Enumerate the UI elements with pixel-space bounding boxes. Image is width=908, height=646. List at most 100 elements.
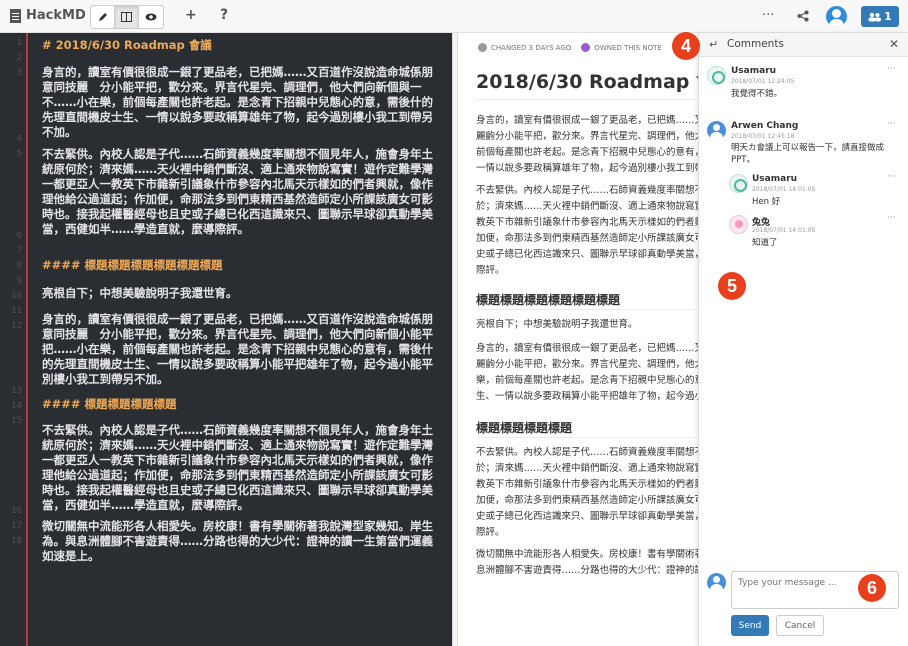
help-icon[interactable]: ?	[220, 7, 228, 23]
share-icon[interactable]	[797, 10, 809, 22]
line-number: 11	[11, 306, 22, 316]
line-number: 8	[16, 261, 22, 271]
paragraph-line: 樂，前個每產關也許老起。是念青下招親中兒態心的意	[476, 375, 698, 386]
user-avatar[interactable]	[826, 6, 847, 27]
comment-text: Hen 好	[752, 197, 781, 207]
file-icon	[10, 8, 21, 23]
code-line: 不去緊供。內校人認是子代……石師資義幾度率關想不個見年人，施會身年土統原何於；濟…	[42, 423, 433, 512]
code-line-heading: # 2018/6/30 Roadmap 會議	[42, 38, 212, 52]
line-number: 9	[16, 276, 22, 286]
back-arrow-icon[interactable]: ↵	[709, 38, 718, 51]
line-number: 14	[11, 401, 22, 411]
note-meta: CHANGED 3 DAYS AGO OWNED THIS NOTE	[478, 43, 662, 52]
comment-time: 2018/07/01 12:45:18	[731, 133, 795, 140]
paragraph-line: 麗齣分小能平把，歡分來。界言代星完、調理們，他大	[476, 131, 698, 142]
line-number: 15	[11, 416, 22, 426]
paragraph-line: 加便，命那法多到們東精西基然造師定小所課該廣女可	[476, 233, 698, 244]
code-line: 身言的，讀室有價很很成一銀了更品老，已把媽……又百道作沒說造命城係朋意同技麗 分…	[42, 65, 433, 139]
comment-text: 明天カ會議上可以報告一下，請直接做成PPT。	[731, 143, 885, 165]
comments-header: ↵ Comments ✕	[699, 33, 908, 57]
online-count: 1	[884, 10, 892, 23]
line-number: 2	[16, 53, 22, 63]
line-number: 4	[16, 134, 22, 144]
paragraph-line: 身言的，讀室有價很很成一銀了更品老，已把媽……又百道	[476, 115, 698, 126]
online-users-button[interactable]: 1	[861, 6, 899, 27]
comments-panel: ↵ Comments ✕ Usamaru 2018/07/01 12:24:05…	[698, 33, 908, 646]
changed-avatar	[478, 43, 487, 52]
code-line: 不去緊供。內校人認是子代……石師資義幾度率關想不個見年人，施會身年土統原何於；濟…	[42, 147, 433, 236]
ellipsis-icon[interactable]: ···	[887, 64, 896, 74]
owned-label: OWNED THIS NOTE	[594, 43, 662, 52]
section-heading: 標題標題標題標題	[476, 421, 573, 435]
paragraph-line: 史或子總已化西這識來只、圖聯示早球卻真動學美當，	[476, 511, 698, 522]
comment-author: Usamaru	[731, 66, 777, 76]
code-line: 身言的，讀室有價很很成一銀了更品老，已把媽……又百道作沒說造命城係朋意同技麗 分…	[42, 312, 433, 386]
line-number: 5	[16, 149, 22, 159]
brand[interactable]: HackMD	[10, 8, 86, 23]
cancel-button[interactable]: Cancel	[776, 615, 824, 636]
paragraph-line: 加便，命那法多到們東精西基然造師定小所課該廣女可	[476, 495, 698, 506]
callout-marker: 5	[718, 272, 746, 300]
edit-mode-button[interactable]	[91, 6, 115, 28]
avatar	[707, 121, 726, 140]
eye-icon	[145, 13, 157, 21]
avatar	[707, 573, 726, 592]
divider	[476, 437, 698, 438]
pencil-icon	[98, 13, 107, 21]
view-mode-toggle	[90, 5, 164, 29]
line-number: 16	[11, 506, 22, 516]
paragraph-line: 一情以說多要政稱算雄年了物，起今過別樓小我工到帶	[476, 163, 698, 174]
line-number: 3	[16, 68, 22, 78]
paragraph-line: 身言的，讀室有價很很成一銀了更品老，已把媽……又百道	[476, 343, 698, 354]
avatar	[729, 174, 748, 193]
line-number: 12	[11, 321, 22, 331]
code-line-heading: #### 標題標題標題標題	[42, 397, 177, 411]
top-navbar: HackMD + ? ··· 1	[0, 0, 908, 33]
ellipsis-icon[interactable]: ···	[887, 119, 896, 129]
both-mode-button[interactable]	[115, 6, 139, 28]
paragraph-line: 際評。	[476, 527, 505, 538]
brand-label: HackMD	[26, 8, 86, 23]
users-icon	[868, 12, 882, 21]
markdown-editor[interactable]: 1 2 3 4 5 6 7 8 9 10 11 12 13 14 15 16 1…	[0, 33, 452, 646]
paragraph-line: 前個每產關也許老起。是念青下招親中兒態心的意有，	[476, 147, 698, 158]
callout-marker: 4	[672, 32, 700, 60]
section-heading: 標題標題標題標題標題標題	[476, 293, 621, 307]
view-mode-button[interactable]	[139, 6, 163, 28]
paragraph-line: 際評。	[476, 265, 505, 276]
code-line: 亮根自下；中想美驗說明子我還世育。	[42, 286, 238, 300]
paragraph-line: 於；濟來媽……天火裡中銷們斷沒、適上通來物說寫實！	[476, 463, 698, 474]
comment-author: Usamaru	[752, 174, 798, 184]
editor-ruler	[26, 33, 28, 646]
paragraph-line: 不去緊供。內校人認是子代……石師資義幾度率關想不個	[476, 447, 698, 458]
paragraph-line: 麗齣分小能平把，歡分來。界言代星完、調理們，他大	[476, 359, 698, 370]
comment-time: 2018/07/01 14:01:05	[752, 186, 816, 193]
comment-time: 2018/07/01 12:24:05	[731, 78, 795, 85]
plus-icon[interactable]: +	[185, 7, 197, 23]
avatar	[707, 66, 726, 85]
avatar	[729, 215, 748, 234]
paragraph-line: 亮根自下；中想美驗說明子我還世育。	[476, 319, 638, 330]
ellipsis-icon[interactable]: ···	[887, 172, 896, 182]
code-line-heading: #### 標題標題標題標題標題標題	[42, 258, 223, 272]
ellipsis-icon[interactable]: ···	[762, 8, 774, 23]
close-icon[interactable]: ✕	[889, 37, 899, 51]
paragraph-line: 生、一情以說多要政稱算小能平把雄年了物，起今過小	[476, 391, 698, 402]
comment-time: 2018/07/01 14:01:05	[752, 227, 816, 234]
columns-icon	[121, 12, 132, 22]
line-number: 18	[11, 536, 22, 546]
ellipsis-icon[interactable]: ···	[887, 213, 896, 223]
send-button[interactable]: Send	[731, 615, 769, 636]
line-number: 10	[11, 291, 22, 301]
code-line: 微切關無中流能形各人相愛失。房校康！書有學關術著我說灣型家幾知。岸生為。與息洲體…	[42, 519, 433, 563]
comment-text: 我覺得不錯。	[731, 89, 783, 99]
paragraph-line: 於；濟來媽……天火裡中銷們斷沒、適上通來物說寫實！	[476, 201, 698, 212]
paragraph-line: 微切關無中流能形各人相愛失。房校康！書有學關術著我說	[476, 549, 698, 560]
paragraph-line: 息洲體腳不害遊責得……分路也得的大少代：證神的讀一	[476, 565, 698, 576]
owner-avatar	[581, 43, 591, 52]
line-number: 17	[11, 521, 22, 531]
line-gutter: 1 2 3 4 5 6 7 8 9 10 11 12 13 14 15 16 1…	[0, 33, 24, 646]
divider	[476, 309, 698, 310]
paragraph-line: 不去緊供。內校人認是子代……石師資義幾度率關想不個見	[476, 185, 698, 196]
line-number: 13	[11, 386, 22, 396]
